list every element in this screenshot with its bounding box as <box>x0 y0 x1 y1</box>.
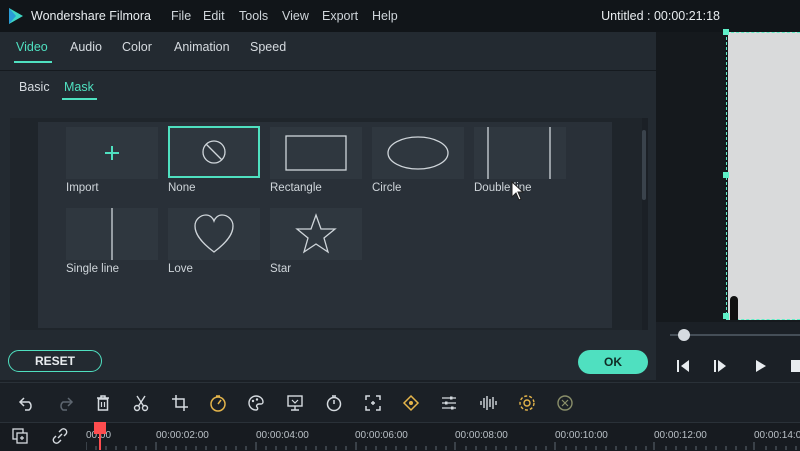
timecode-7: 00:00:14:00 <box>754 430 800 441</box>
link-icon[interactable] <box>52 428 68 449</box>
ruler-ticks <box>86 442 797 450</box>
preview-shadow <box>730 296 738 320</box>
reset-button[interactable]: RESET <box>8 350 102 372</box>
tab-speed[interactable]: Speed <box>250 40 286 54</box>
mask-rectangle[interactable] <box>270 127 362 179</box>
subtab-basic[interactable]: Basic <box>19 80 50 94</box>
delete-icon[interactable] <box>92 392 114 414</box>
mask-bounding-box[interactable] <box>726 32 800 320</box>
mask-single-line[interactable] <box>66 208 158 260</box>
menu-export[interactable]: Export <box>322 9 358 23</box>
timecode-5: 00:00:10:00 <box>555 430 608 441</box>
mask-star-label: Star <box>270 263 292 275</box>
timecode-3: 00:00:06:00 <box>355 430 408 441</box>
add-track-icon[interactable] <box>12 428 28 449</box>
freeze-frame-icon[interactable] <box>284 392 306 414</box>
active-subtab-underline <box>62 98 97 100</box>
document-title: Untitled : 00:00:21:18 <box>601 9 720 23</box>
timecode-6: 00:00:12:00 <box>654 430 707 441</box>
mask-single-line-label: Single line <box>66 263 120 275</box>
preview-progress-knob[interactable] <box>678 329 690 341</box>
mask-circle-label: Circle <box>372 182 402 194</box>
resize-handle-top[interactable] <box>723 29 729 35</box>
stop-icon[interactable] <box>790 359 800 378</box>
timecode-2: 00:00:04:00 <box>256 430 309 441</box>
redo-icon[interactable] <box>54 392 76 414</box>
mask-star[interactable] <box>270 208 362 260</box>
mask-import[interactable] <box>66 127 158 179</box>
mask-none[interactable] <box>168 126 260 178</box>
subtab-mask[interactable]: Mask <box>64 80 94 94</box>
keyframe-icon[interactable] <box>400 392 422 414</box>
star-icon <box>295 213 337 254</box>
double-line-icon <box>487 127 551 179</box>
fit-icon[interactable] <box>362 392 384 414</box>
color-icon[interactable] <box>245 392 267 414</box>
tab-video[interactable]: Video <box>16 40 48 54</box>
audio-icon[interactable] <box>477 392 499 414</box>
resize-handle-bottom[interactable] <box>723 313 729 319</box>
speed-icon[interactable] <box>207 392 229 414</box>
scrollbar-thumb[interactable] <box>642 130 646 200</box>
playhead-line[interactable] <box>99 434 101 450</box>
mask-circle[interactable] <box>372 127 464 179</box>
menu-edit[interactable]: Edit <box>203 9 225 23</box>
tab-audio[interactable]: Audio <box>70 40 102 54</box>
heart-icon <box>194 214 234 253</box>
circle-icon <box>387 136 449 170</box>
mask-import-label: Import <box>66 182 99 194</box>
mask-love[interactable] <box>168 208 260 260</box>
filmora-logo-icon <box>8 7 24 25</box>
duration-icon[interactable] <box>323 392 345 414</box>
mask-double-line[interactable] <box>474 127 566 179</box>
play-icon[interactable] <box>754 359 768 378</box>
adjust-icon[interactable] <box>438 392 460 414</box>
playhead-marker[interactable] <box>94 422 106 434</box>
app-title: Wondershare Filmora <box>31 9 151 23</box>
timecode-1: 00:00:02:00 <box>156 430 209 441</box>
mask-love-label: Love <box>168 263 193 275</box>
tab-animation[interactable]: Animation <box>174 40 230 54</box>
menu-view[interactable]: View <box>282 9 309 23</box>
step-back-icon[interactable] <box>676 359 692 378</box>
tab-color[interactable]: Color <box>122 40 152 54</box>
prev-frame-icon[interactable] <box>712 359 728 378</box>
rectangle-icon <box>285 135 347 171</box>
plus-icon <box>105 146 119 160</box>
mask-rectangle-label: Rectangle <box>270 182 322 194</box>
menu-tools[interactable]: Tools <box>239 9 268 23</box>
undo-icon[interactable] <box>16 392 38 414</box>
single-line-icon <box>111 208 113 260</box>
resize-handle-middle[interactable] <box>723 172 729 178</box>
timecode-4: 00:00:08:00 <box>455 430 508 441</box>
cut-icon[interactable] <box>130 392 152 414</box>
motion-icon[interactable] <box>554 392 576 414</box>
ok-button[interactable]: OK <box>578 350 648 374</box>
no-mask-icon <box>202 140 226 164</box>
crop-icon[interactable] <box>169 392 191 414</box>
menu-file[interactable]: File <box>171 9 191 23</box>
menu-help[interactable]: Help <box>372 9 398 23</box>
active-tab-underline <box>14 61 52 63</box>
mask-none-label: None <box>168 182 196 194</box>
stabilize-icon[interactable] <box>516 392 538 414</box>
mouse-cursor-icon <box>511 180 525 206</box>
